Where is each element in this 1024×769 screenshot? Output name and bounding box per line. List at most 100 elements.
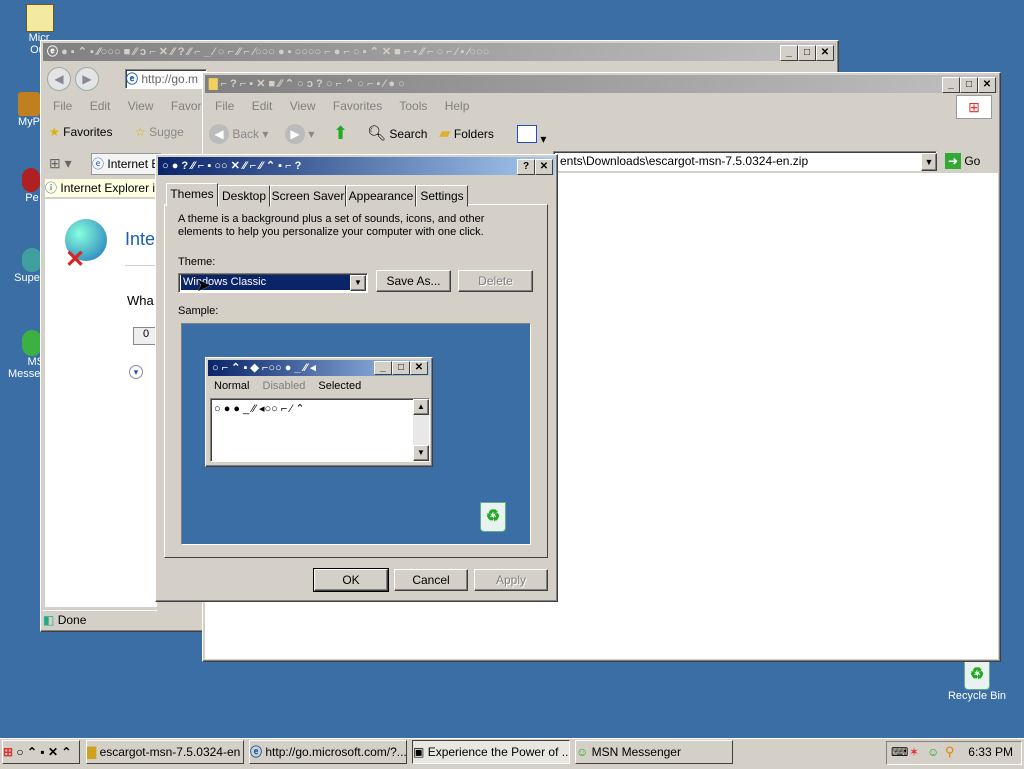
sample-text: ○ ● ● _ ⁄⁄ ◂○○ ⌐ ⁄ ⌃ [214, 403, 305, 415]
menu-edit[interactable]: Edit [90, 99, 111, 113]
ie-page-icon: ⓔ [126, 72, 139, 86]
taskbar-item-escargot[interactable]: ▇ escargot-msn-7.5.0324-en [86, 740, 244, 764]
apply-button[interactable]: Apply [474, 569, 548, 591]
search-icon: 🔍︎ [367, 125, 387, 142]
desktop-icon-super[interactable]: Supe [12, 248, 42, 284]
menu-tools[interactable]: Tools [399, 99, 427, 113]
sample-menu-disabled: Disabled [262, 380, 306, 392]
ie-content: ✕ Inte Wha 0 ▾ [45, 199, 165, 607]
taskbar-item-label: Experience the Power of ... [427, 745, 570, 759]
desktop-icon-label: Recycle Bin [947, 690, 1007, 702]
go-arrow-icon: ➜ [945, 153, 961, 169]
explorer-address-bar[interactable]: ents\Downloads\escargot-msn-7.5.0324-en.… [553, 151, 937, 171]
sample-recycle-bin-icon: ♻ [480, 502, 506, 532]
menu-file[interactable]: File [53, 99, 72, 113]
close-button[interactable]: ✕ [978, 77, 996, 93]
recycle-bin-icon: ♻ [964, 660, 990, 690]
explorer-address-text: ents\Downloads\escargot-msn-7.5.0324-en.… [560, 154, 809, 168]
tab-appearance[interactable]: Appearance [346, 185, 416, 207]
ie-title-icon: ⓔ [47, 46, 62, 58]
msn-tray-icon[interactable]: ☺ [927, 745, 939, 759]
theme-dropdown-button[interactable]: ▼ [350, 275, 366, 291]
clock[interactable]: 6:33 PM [968, 745, 1013, 759]
menu-help[interactable]: Help [445, 99, 470, 113]
maximize-button[interactable]: □ [798, 45, 816, 61]
folder-title-icon: ▇ [209, 78, 221, 90]
ie-tab[interactable]: ⓔ Internet E [91, 153, 161, 175]
sample-menu-selected: Selected [318, 380, 362, 392]
sample-preview: ○ ⌐ ⌃ ▪ ◆ ⌐○○ ● _ ⁄⁄ ◂ _ □ ✕ Normal Disa… [181, 323, 531, 545]
super-icon [22, 248, 42, 272]
cancel-button[interactable]: Cancel [394, 569, 468, 591]
ok-button[interactable]: OK [313, 568, 389, 592]
tab-themes[interactable]: Themes [166, 183, 218, 207]
save-as-button[interactable]: Save As... [376, 270, 451, 292]
taskbar-item-msn[interactable]: ☺ MSN Messenger [575, 740, 733, 764]
back-arrow-icon: ◀ [209, 124, 229, 144]
msn-messenger-icon: ☺ [576, 745, 589, 759]
explorer-title-bar[interactable]: ▇ ⌐ ? ⌐ ▪ ✕ ■ ⁄⁄ ⌃ ○ ↄ ? ○ ⌐ ⌃ ○ ⌐ ▪ ⁄ ●… [205, 75, 998, 93]
explorer-back-button[interactable]: ◀ Back ▾ [209, 123, 268, 145]
ie-status-icon: ◧ [43, 613, 55, 627]
favorites-label: Favorites [63, 125, 113, 139]
suggested-sites[interactable]: ☆ Sugge [135, 125, 184, 139]
ie-title-bar[interactable]: ⓔ ● ▪ ⌃ ▪ ⁄⁄○○○ ■ ⁄⁄ ↄ ⌐ ✕ ⁄⁄ ? ⁄⁄ ⌐ _ ⁄… [43, 43, 836, 61]
address-dropdown-button[interactable]: ▼ [921, 153, 937, 171]
desktop-icon-msn[interactable]: MS Messer [2, 330, 44, 380]
sample-scrollbar: ▲ ▼ [413, 399, 429, 461]
search-tray-icon[interactable]: ⚲ [945, 744, 955, 760]
taskbar-item-ie[interactable]: ⓔ http://go.microsoft.com/?... [249, 740, 407, 764]
favorites-button[interactable]: ★ Favorites [49, 125, 112, 139]
folders-button[interactable]: ▰ Folders [439, 123, 494, 145]
ie-address-bar[interactable]: ⓔ http://go.m [125, 69, 207, 89]
maximize-button[interactable]: □ [960, 77, 978, 93]
ie-title-text: ● ▪ ⌃ ▪ ⁄⁄○○○ ■ ⁄⁄ ↄ ⌐ ✕ ⁄⁄ ? ⁄⁄ ⌐ _ ⁄ ○… [61, 46, 490, 58]
msn-icon [22, 330, 42, 356]
start-label: ○ ⌃ ▪ ✕ ⌃ [16, 745, 72, 759]
dialog-title-bar[interactable]: ○ ● ? ⁄⁄ ⌐ ▪ ○○ ✕ ⁄⁄ ⌐ ⁄⁄ ⌃ ▪ ⌐ ? [158, 157, 555, 175]
zip-folder-icon: ▇ [87, 745, 97, 759]
search-button[interactable]: 🔍︎ Search [367, 123, 427, 145]
menu-view[interactable]: View [290, 99, 316, 113]
scroll-up-icon: ▲ [413, 399, 429, 415]
network-icon[interactable]: ✶ [909, 745, 919, 759]
forward-button[interactable]: ▶ [75, 67, 99, 91]
back-label: Back [232, 127, 260, 141]
ie-icon: ⓔ [250, 745, 263, 759]
ie-info-text: Internet Explorer is [60, 181, 157, 195]
menu-favorites[interactable]: Favorites [333, 99, 382, 113]
back-button[interactable]: ◀ [47, 67, 71, 91]
close-button[interactable]: ✕ [816, 45, 834, 61]
close-button[interactable]: ✕ [535, 159, 553, 175]
menu-edit[interactable]: Edit [252, 99, 273, 113]
explorer-forward-button[interactable]: ▶ ▾ [285, 123, 314, 145]
minimize-button[interactable]: _ [780, 45, 798, 61]
taskbar-item-display-properties[interactable]: ▣ Experience the Power of ... [412, 740, 570, 764]
ie-address-text: http://go.m [141, 72, 199, 86]
views-button[interactable]: ▾ [517, 125, 547, 146]
up-folder-icon[interactable]: ⬆ [333, 123, 353, 145]
desktop-icon-recycle-bin[interactable]: ♻ Recycle Bin [942, 660, 1012, 702]
tab-screen-saver[interactable]: Screen Saver [270, 185, 346, 207]
keyboard-icon[interactable]: ⌨ [891, 745, 908, 759]
expand-arrow-icon[interactable]: ▾ [129, 365, 143, 379]
ie-info-bar[interactable]: ⓘ Internet Explorer is [45, 179, 157, 197]
go-button[interactable]: ➜ Go [945, 151, 980, 171]
menu-view[interactable]: View [128, 99, 154, 113]
sample-window-title: ○ ⌐ ⌃ ▪ ◆ ⌐○○ ● _ ⁄⁄ ◂ [212, 362, 316, 374]
tab-settings[interactable]: Settings [416, 185, 468, 207]
minimize-button[interactable]: _ [942, 77, 960, 93]
desktop-icon-people[interactable]: Pe [22, 168, 42, 204]
people-icon [22, 168, 40, 192]
ie-error-x-icon: ✕ [65, 246, 86, 273]
menu-file[interactable]: File [215, 99, 234, 113]
start-button[interactable]: ⊞ ○ ⌃ ▪ ✕ ⌃ [2, 740, 80, 764]
quick-tabs-icon[interactable]: ⊞ ▾ [49, 155, 72, 172]
sample-text-area: ○ ● ● _ ⁄⁄ ◂○○ ⌐ ⁄ ⌃ ▲ ▼ [210, 398, 430, 462]
mypictures-icon [18, 92, 40, 116]
help-button[interactable]: ? [517, 159, 535, 175]
delete-button[interactable]: Delete [458, 270, 533, 292]
tab-desktop[interactable]: Desktop [218, 185, 270, 207]
sample-minimize-icon: _ [374, 361, 392, 375]
desktop-icon-label: Supe [14, 272, 40, 284]
